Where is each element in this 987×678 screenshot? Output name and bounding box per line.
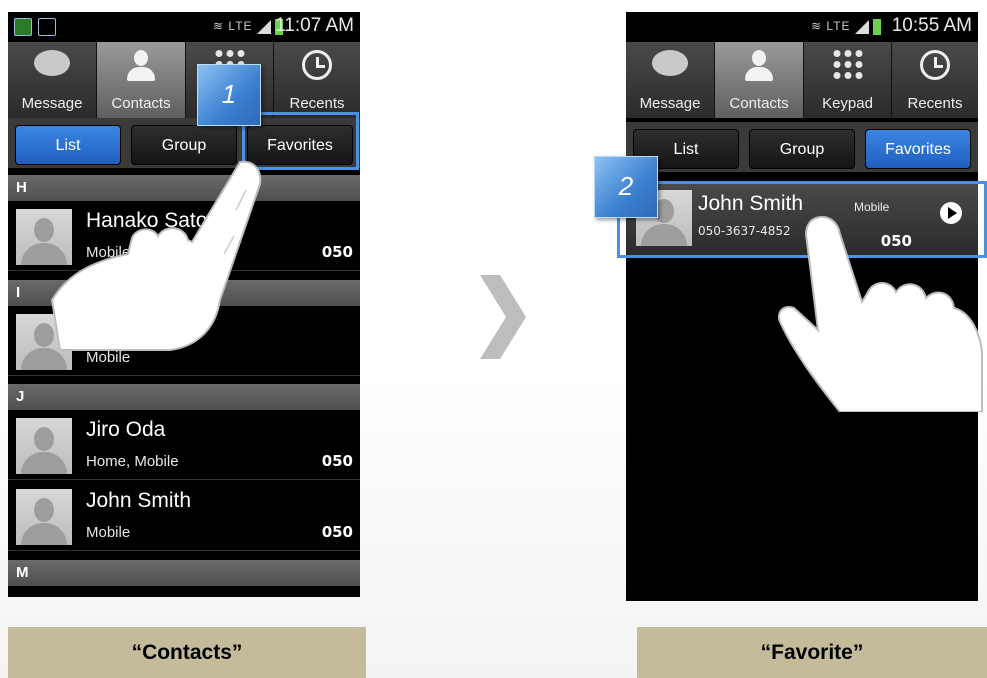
call-050-icon[interactable]: 050	[322, 452, 353, 470]
message-bubble-icon	[652, 50, 688, 76]
tab-contacts[interactable]: Contacts	[715, 42, 804, 118]
tab-label: Message	[21, 95, 83, 112]
lte-icon: LTE	[826, 19, 851, 34]
contact-row-john[interactable]: John Smith Mobile 050	[8, 481, 360, 551]
signal-icon	[256, 20, 271, 34]
clock-icon	[302, 50, 332, 80]
status-icons: ≋ LTE	[811, 19, 882, 35]
segment-group[interactable]: Group	[749, 129, 855, 169]
contact-type: Home, Mobile	[86, 453, 179, 470]
step-badge-2: 2	[594, 156, 658, 218]
caption-contacts: “Contacts”	[8, 627, 366, 678]
caption-favorite: “Favorite”	[637, 627, 987, 678]
contact-type: Mobile	[86, 524, 131, 541]
status-time: 10:55 AM	[891, 15, 972, 36]
tab-label: Recents	[289, 95, 345, 112]
tab-label: Contacts	[729, 95, 789, 112]
segment-bar: List Group Favorites	[626, 122, 978, 172]
vibrate-icon: ≋	[213, 19, 225, 34]
tab-recents[interactable]: Recents	[892, 42, 978, 118]
battery-icon	[873, 19, 882, 35]
tab-bar: Message Contacts Recents	[8, 42, 360, 118]
tab-recents[interactable]: Recents	[274, 42, 360, 118]
pointing-hand-icon	[778, 216, 983, 412]
tab-label: Message	[639, 95, 701, 112]
status-bar: ≋ LTE 11:07 AM	[8, 12, 360, 42]
person-icon	[126, 50, 156, 84]
tab-label: Recents	[907, 95, 963, 112]
tab-label: Keypad	[822, 95, 873, 112]
status-time: 11:07 AM	[275, 15, 354, 36]
notification-app-icon	[14, 18, 32, 36]
tab-bar: Message Contacts Keypad Recents	[626, 42, 978, 118]
contact-row-jiro[interactable]: Jiro Oda Home, Mobile 050	[8, 410, 360, 480]
chevron-right-icon	[480, 275, 526, 359]
section-header-m: M	[8, 560, 360, 586]
call-050-icon[interactable]: 050	[322, 523, 353, 541]
tab-message[interactable]: Message	[8, 42, 97, 118]
lte-icon: LTE	[228, 19, 253, 34]
tab-label: Contacts	[111, 95, 171, 112]
clock-icon	[920, 50, 950, 80]
contact-name: John Smith	[86, 489, 192, 512]
status-bar: ≋ LTE 10:55 AM	[626, 12, 978, 42]
segment-favorites[interactable]: Favorites	[865, 129, 971, 169]
avatar	[16, 489, 72, 545]
status-icons: ≋ LTE	[213, 19, 284, 35]
call-050-icon[interactable]: 050	[322, 243, 353, 261]
avatar	[16, 418, 72, 474]
contact-name: Jiro Oda	[86, 418, 166, 441]
section-header-j: J	[8, 384, 360, 410]
notification-image-icon	[38, 18, 56, 36]
pointing-hand-icon	[50, 160, 262, 351]
step-badge-1: 1	[197, 64, 261, 126]
keypad-icon	[833, 50, 862, 79]
vibrate-icon: ≋	[811, 19, 823, 34]
person-icon	[744, 50, 774, 84]
tab-message[interactable]: Message	[626, 42, 715, 118]
tab-keypad[interactable]: Keypad	[804, 42, 892, 118]
signal-icon	[854, 20, 869, 34]
message-bubble-icon	[34, 50, 70, 76]
tab-contacts[interactable]: Contacts	[97, 42, 186, 118]
